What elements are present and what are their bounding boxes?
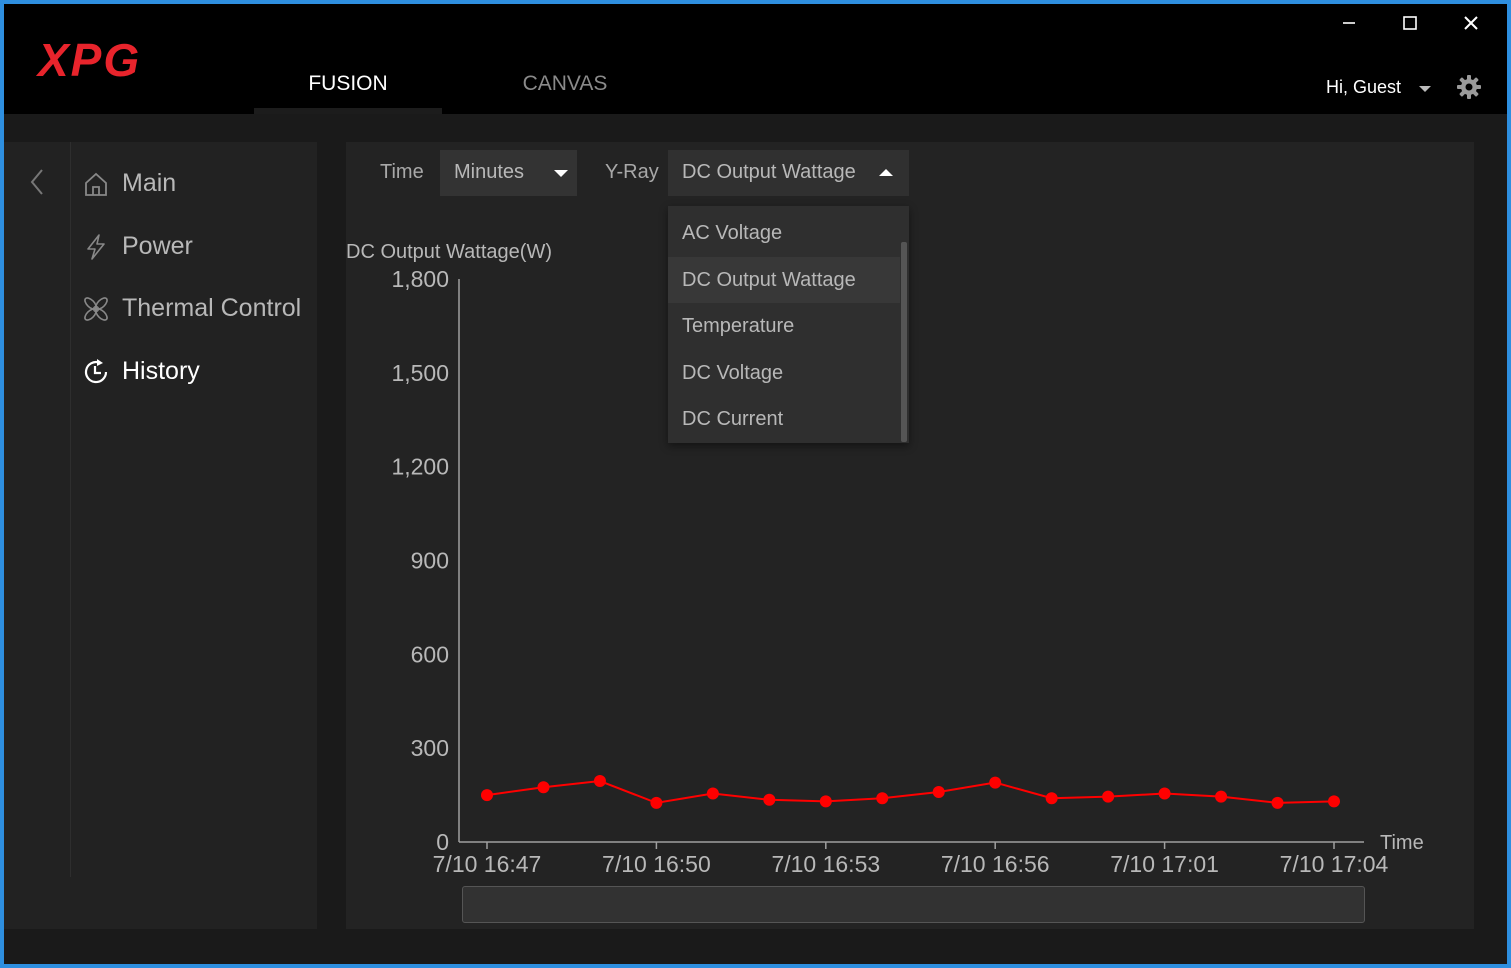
tab-canvas[interactable]: CANVAS	[474, 66, 656, 114]
yray-label: Y-Ray	[605, 161, 659, 183]
data-point	[876, 792, 889, 805]
chevron-down-icon[interactable]	[1418, 84, 1432, 94]
svg-text:XPG: XPG	[35, 34, 141, 84]
dropdown-option-dc-current[interactable]: DC Current	[668, 396, 900, 442]
data-point	[763, 793, 776, 806]
data-point	[989, 776, 1002, 789]
series-line	[486, 779, 1335, 804]
data-point	[537, 781, 550, 794]
dropdown-option-dc-voltage[interactable]: DC Voltage	[668, 350, 900, 396]
dropdown-option-temperature[interactable]: Temperature	[668, 303, 900, 349]
time-label: Time	[380, 161, 424, 183]
x-tick-label: 7/10 16:50	[602, 851, 711, 877]
y-tick-label: 1,500	[391, 360, 449, 386]
sidebar-item-label: Thermal Control	[122, 294, 302, 322]
minimize-icon[interactable]	[1334, 10, 1364, 36]
sidebar-item-label: History	[122, 357, 200, 385]
dropdown-scrollbar[interactable]	[901, 242, 907, 442]
tab-fusion[interactable]: FUSION	[254, 66, 442, 114]
x-tick-label: 7/10 16:56	[941, 851, 1050, 877]
history-panel: DC Output Wattage(W) Time 0 300 600 900 1,200 1…	[346, 142, 1474, 929]
yray-select[interactable]: DC Output Wattage	[668, 150, 909, 196]
y-tick-label: 300	[411, 735, 449, 761]
data-point	[650, 796, 663, 809]
data-point	[481, 789, 493, 802]
x-tick-label: 7/10 16:47	[433, 851, 542, 877]
sidebar: Main Power Thermal Control History	[4, 142, 317, 929]
data-point	[1328, 795, 1340, 808]
x-tick-label: 7/10 17:04	[1280, 851, 1389, 877]
history-clock-icon	[84, 359, 108, 384]
data-point	[1045, 792, 1058, 805]
sidebar-item-history[interactable]: History	[82, 352, 312, 392]
caret-down-icon	[554, 170, 568, 177]
dropdown-option-dc-output-wattage[interactable]: DC Output Wattage	[668, 257, 900, 303]
yray-dropdown-menu: AC Voltage DC Output Wattage Temperature…	[668, 206, 909, 443]
yray-select-value: DC Output Wattage	[682, 161, 856, 183]
sidebar-item-thermal-control[interactable]: Thermal Control	[82, 289, 312, 329]
gear-icon[interactable]	[1456, 74, 1482, 100]
x-tick-label: 7/10 16:53	[771, 851, 880, 877]
data-point	[593, 775, 606, 788]
sidebar-item-main[interactable]: Main	[82, 164, 312, 204]
data-point	[1215, 790, 1228, 803]
data-point	[1102, 790, 1115, 803]
lightning-icon	[87, 234, 105, 260]
x-tick-label: 7/10 17:01	[1110, 851, 1219, 877]
dropdown-option-ac-voltage[interactable]: AC Voltage	[668, 210, 900, 256]
time-select-value: Minutes	[454, 161, 525, 183]
y-tick-label: 1,200	[391, 454, 449, 480]
data-point	[1271, 796, 1284, 809]
maximize-icon[interactable]	[1395, 10, 1425, 36]
title-bar: XPG FUSION CANVAS Hi, Guest	[4, 4, 1507, 114]
y-tick-label: 600	[411, 641, 449, 667]
y-tick-label: 1,800	[391, 266, 449, 292]
data-point	[1158, 787, 1171, 800]
sidebar-item-label: Power	[122, 232, 193, 260]
time-range-scrollbar[interactable]	[462, 886, 1365, 923]
app-window: XPG FUSION CANVAS Hi, Guest Main Power T…	[4, 4, 1507, 964]
close-icon[interactable]	[1456, 10, 1486, 36]
y-tick-label: 900	[411, 548, 449, 574]
time-select[interactable]: Minutes	[440, 150, 577, 196]
data-point	[706, 787, 719, 800]
sidebar-divider	[70, 142, 71, 877]
chevron-left-icon[interactable]	[28, 166, 48, 198]
home-icon	[85, 172, 107, 196]
sidebar-item-label: Main	[122, 169, 177, 197]
caret-up-icon	[879, 169, 893, 176]
history-chart: DC Output Wattage(W)Time03006009001,2001…	[346, 241, 1424, 877]
sidebar-item-power[interactable]: Power	[82, 227, 312, 267]
data-point	[932, 785, 945, 798]
y-axis-title: DC Output Wattage(W)	[346, 241, 552, 263]
fan-icon	[84, 297, 108, 321]
user-greeting: Hi, Guest	[1326, 77, 1402, 97]
data-point	[819, 795, 832, 808]
xpg-logo: XPG	[35, 34, 141, 84]
